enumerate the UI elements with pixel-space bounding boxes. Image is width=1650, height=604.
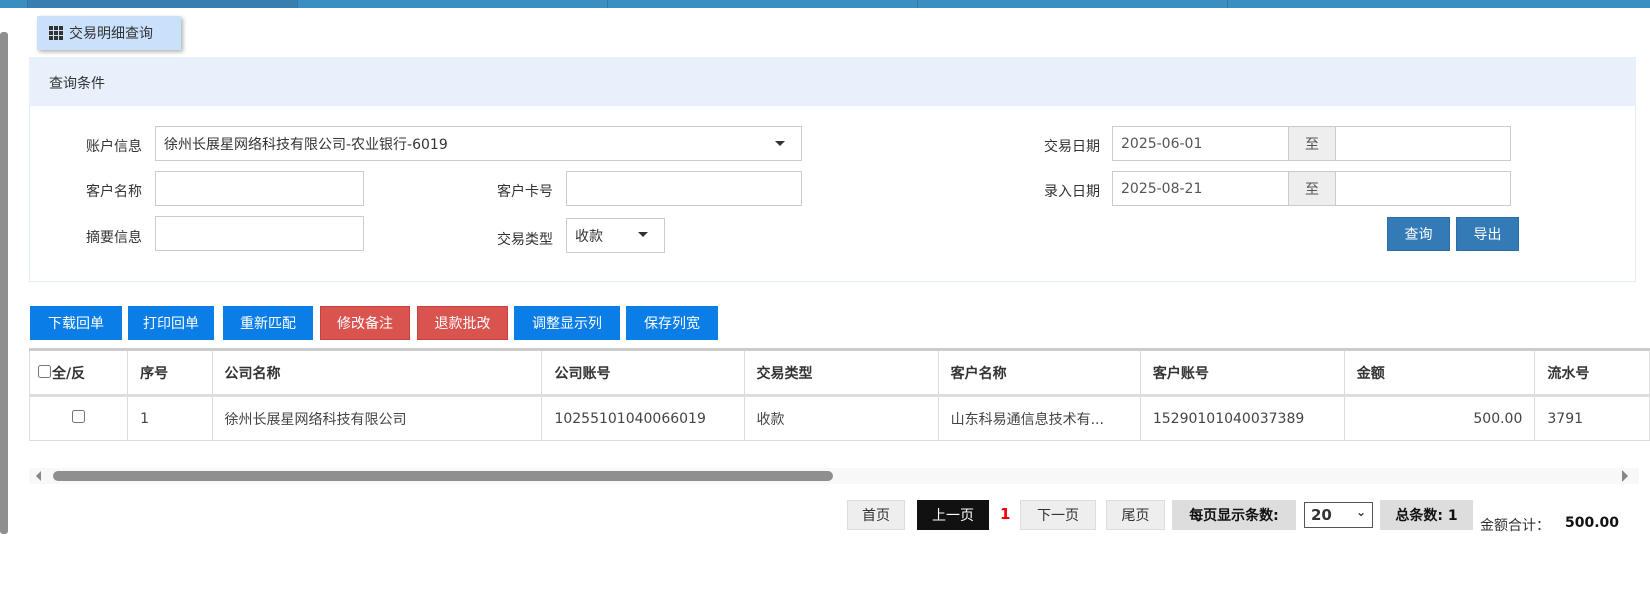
- account-value: 徐州长展星网络科技有限公司-农业银行-6019: [164, 136, 448, 153]
- download-receipt-button[interactable]: 下载回单: [30, 306, 122, 340]
- type-label: 交易类型: [497, 232, 553, 248]
- refund-batch-button[interactable]: 退款批改: [417, 306, 508, 340]
- cell-company-name: 徐州长展星网络科技有限公司: [211, 395, 543, 441]
- cell-trade-type: 收款: [743, 395, 939, 441]
- cell-customer-name: 山东科易通信息技术有...: [937, 395, 1141, 441]
- tab-label: 交易明细查询: [69, 26, 153, 42]
- col-customer-name[interactable]: 客户名称: [937, 348, 1141, 397]
- first-page-button[interactable]: 首页: [847, 500, 905, 530]
- query-panel-title: 查询条件: [29, 57, 1636, 106]
- customer-name-label: 客户名称: [86, 184, 142, 200]
- export-button[interactable]: 导出: [1456, 217, 1519, 251]
- adjust-columns-button[interactable]: 调整显示列: [514, 306, 620, 340]
- select-all-label: 全/反: [52, 365, 86, 382]
- customer-name-input[interactable]: [155, 171, 364, 206]
- tab-transaction-detail[interactable]: 交易明细查询: [37, 16, 181, 50]
- col-company-name[interactable]: 公司名称: [211, 348, 543, 397]
- row-checkbox[interactable]: [72, 410, 86, 423]
- card-label: 客户卡号: [497, 184, 553, 200]
- cell-index: 1: [127, 395, 213, 441]
- cell-company-account: 10255101040066019: [541, 395, 745, 441]
- rematch-button[interactable]: 重新匹配: [223, 306, 313, 340]
- cell-customer-account: 15290101040037389: [1139, 395, 1345, 441]
- search-button[interactable]: 查询: [1387, 217, 1450, 251]
- scroll-left-icon[interactable]: [36, 471, 41, 481]
- chevron-down-icon: ⌄: [1355, 505, 1366, 519]
- entry-date-from[interactable]: 2025-08-21: [1112, 171, 1289, 206]
- col-customer-account[interactable]: 客户账号: [1139, 348, 1345, 397]
- top-nav-bar: [0, 0, 1650, 8]
- col-trade-type[interactable]: 交易类型: [743, 348, 939, 397]
- cell-amount: 500.00: [1343, 395, 1536, 441]
- col-amount[interactable]: 金额: [1343, 348, 1536, 397]
- table-viewport: 全/反 序号 公司名称 公司账号 交易类型 客户名称 客户账号 金额 流水号 1…: [0, 340, 1650, 450]
- table-row[interactable]: 1 徐州长展星网络科技有限公司 10255101040066019 收款 山东科…: [28, 395, 1650, 441]
- entry-date-to-addon: 至: [1288, 171, 1336, 206]
- next-page-button[interactable]: 下一页: [1020, 500, 1096, 530]
- cell-serial: 3791: [1534, 395, 1650, 441]
- chevron-down-icon: [775, 141, 785, 146]
- edit-remark-button[interactable]: 修改备注: [320, 306, 410, 340]
- type-select[interactable]: 收款: [566, 218, 665, 253]
- prev-page-button[interactable]: 上一页: [917, 500, 989, 530]
- save-column-width-button[interactable]: 保存列宽: [626, 306, 718, 340]
- account-label: 账户信息: [86, 139, 142, 155]
- sum-value: 500.00: [1565, 515, 1620, 531]
- chevron-down-icon: [638, 232, 648, 237]
- scroll-right-icon[interactable]: [1622, 470, 1628, 482]
- left-scrollbar[interactable]: [0, 32, 8, 534]
- summary-input[interactable]: [155, 216, 364, 251]
- entry-date-label: 录入日期: [1044, 184, 1100, 200]
- trade-date-to-addon: 至: [1288, 126, 1336, 161]
- trade-date-from[interactable]: 2025-06-01: [1112, 126, 1289, 161]
- col-index[interactable]: 序号: [127, 348, 213, 397]
- col-serial[interactable]: 流水号: [1534, 348, 1650, 397]
- select-all-checkbox[interactable]: [38, 364, 51, 378]
- table-header-row: 全/反 序号 公司名称 公司账号 交易类型 客户名称 客户账号 金额 流水号: [28, 348, 1650, 397]
- print-receipt-button[interactable]: 打印回单: [128, 306, 214, 340]
- summary-label: 摘要信息: [86, 230, 142, 246]
- per-page-value: 20: [1311, 506, 1332, 524]
- select-all-header[interactable]: 全/反: [28, 348, 129, 397]
- trade-date-to[interactable]: [1335, 126, 1511, 161]
- transactions-table: 全/反 序号 公司名称 公司账号 交易类型 客户名称 客户账号 金额 流水号 1…: [28, 348, 1650, 441]
- per-page-label: 每页显示条数:: [1172, 500, 1296, 530]
- col-company-account[interactable]: 公司账号: [541, 348, 745, 397]
- current-page: 1: [1000, 505, 1011, 523]
- grid-icon: [49, 26, 63, 40]
- last-page-button[interactable]: 尾页: [1106, 500, 1165, 530]
- trade-date-label: 交易日期: [1044, 139, 1100, 155]
- total-count: 总条数: 1: [1380, 500, 1473, 530]
- account-select[interactable]: 徐州长展星网络科技有限公司-农业银行-6019: [155, 126, 802, 161]
- entry-date-to[interactable]: [1335, 171, 1511, 206]
- per-page-select[interactable]: 20 ⌄: [1304, 502, 1373, 528]
- card-input[interactable]: [566, 171, 802, 206]
- type-value: 收款: [575, 228, 603, 245]
- scrollbar-thumb[interactable]: [53, 471, 833, 481]
- sum-label: 金额合计：: [1480, 518, 1550, 534]
